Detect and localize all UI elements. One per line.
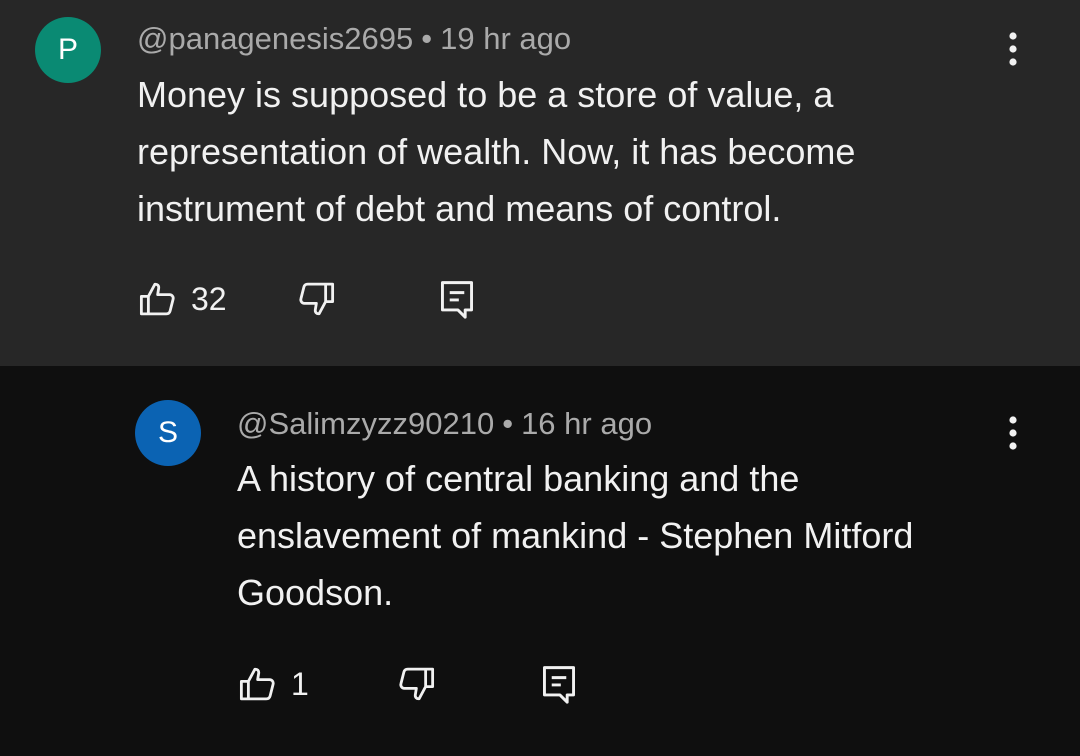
avatar[interactable]: S [135, 400, 201, 466]
more-vert-icon[interactable] [993, 408, 1033, 458]
dislike-button[interactable] [295, 274, 337, 324]
comment-text-line: A history of central banking and the [237, 458, 800, 499]
like-count: 32 [191, 280, 227, 317]
comment-text-line: enslavement of mankind - Stephen Mitford [237, 515, 914, 556]
comment-text-line: Goodson. [237, 572, 394, 613]
thumb-up-icon [237, 663, 279, 705]
more-vert-icon[interactable] [993, 24, 1033, 74]
reply-icon [539, 662, 579, 706]
comment-actions: 1 [237, 659, 597, 709]
comment-actions: 32 [137, 274, 497, 324]
like-button[interactable]: 32 [137, 274, 227, 324]
comment-text-line: representation of wealth. Now, it has be… [137, 131, 856, 172]
like-button[interactable]: 1 [237, 659, 309, 709]
comment-meta: @panagenesis2695 • 19 hr ago [137, 19, 571, 59]
dislike-button[interactable] [395, 659, 437, 709]
comment-text-line: Money is supposed to be a store of value… [137, 74, 834, 115]
comment-text: Money is supposed to be a store of value… [137, 66, 957, 237]
comment-author[interactable]: @Salimzyzz90210 [237, 406, 494, 441]
meta-separator: • [421, 21, 433, 56]
comment-thread-top: P @panagenesis2695 • 19 hr ago Money is su… [0, 0, 1080, 366]
comment-meta: @Salimzyzz90210 • 16 hr ago [237, 404, 652, 444]
avatar[interactable]: P [35, 17, 101, 83]
avatar-letter: S [157, 416, 178, 449]
comment-time[interactable]: 16 hr ago [521, 406, 652, 441]
thumb-down-icon [295, 278, 337, 320]
reply-button[interactable] [437, 274, 477, 324]
thumb-up-icon [137, 278, 179, 320]
thumb-down-icon [395, 663, 437, 705]
comment-text-line: instrument of debt and means of control. [137, 188, 782, 229]
reply-icon [437, 277, 477, 321]
comment-thread-reply: S @Salimzyzz90210 • 16 hr ago A history of… [0, 366, 1080, 756]
comment-text: A history of central banking and the ens… [237, 450, 1057, 621]
comment-time[interactable]: 19 hr ago [440, 21, 571, 56]
meta-separator: • [502, 406, 514, 441]
avatar-letter: P [57, 33, 78, 66]
comment-author[interactable]: @panagenesis2695 [137, 21, 413, 56]
like-count: 1 [291, 665, 309, 702]
reply-button[interactable] [539, 659, 579, 709]
